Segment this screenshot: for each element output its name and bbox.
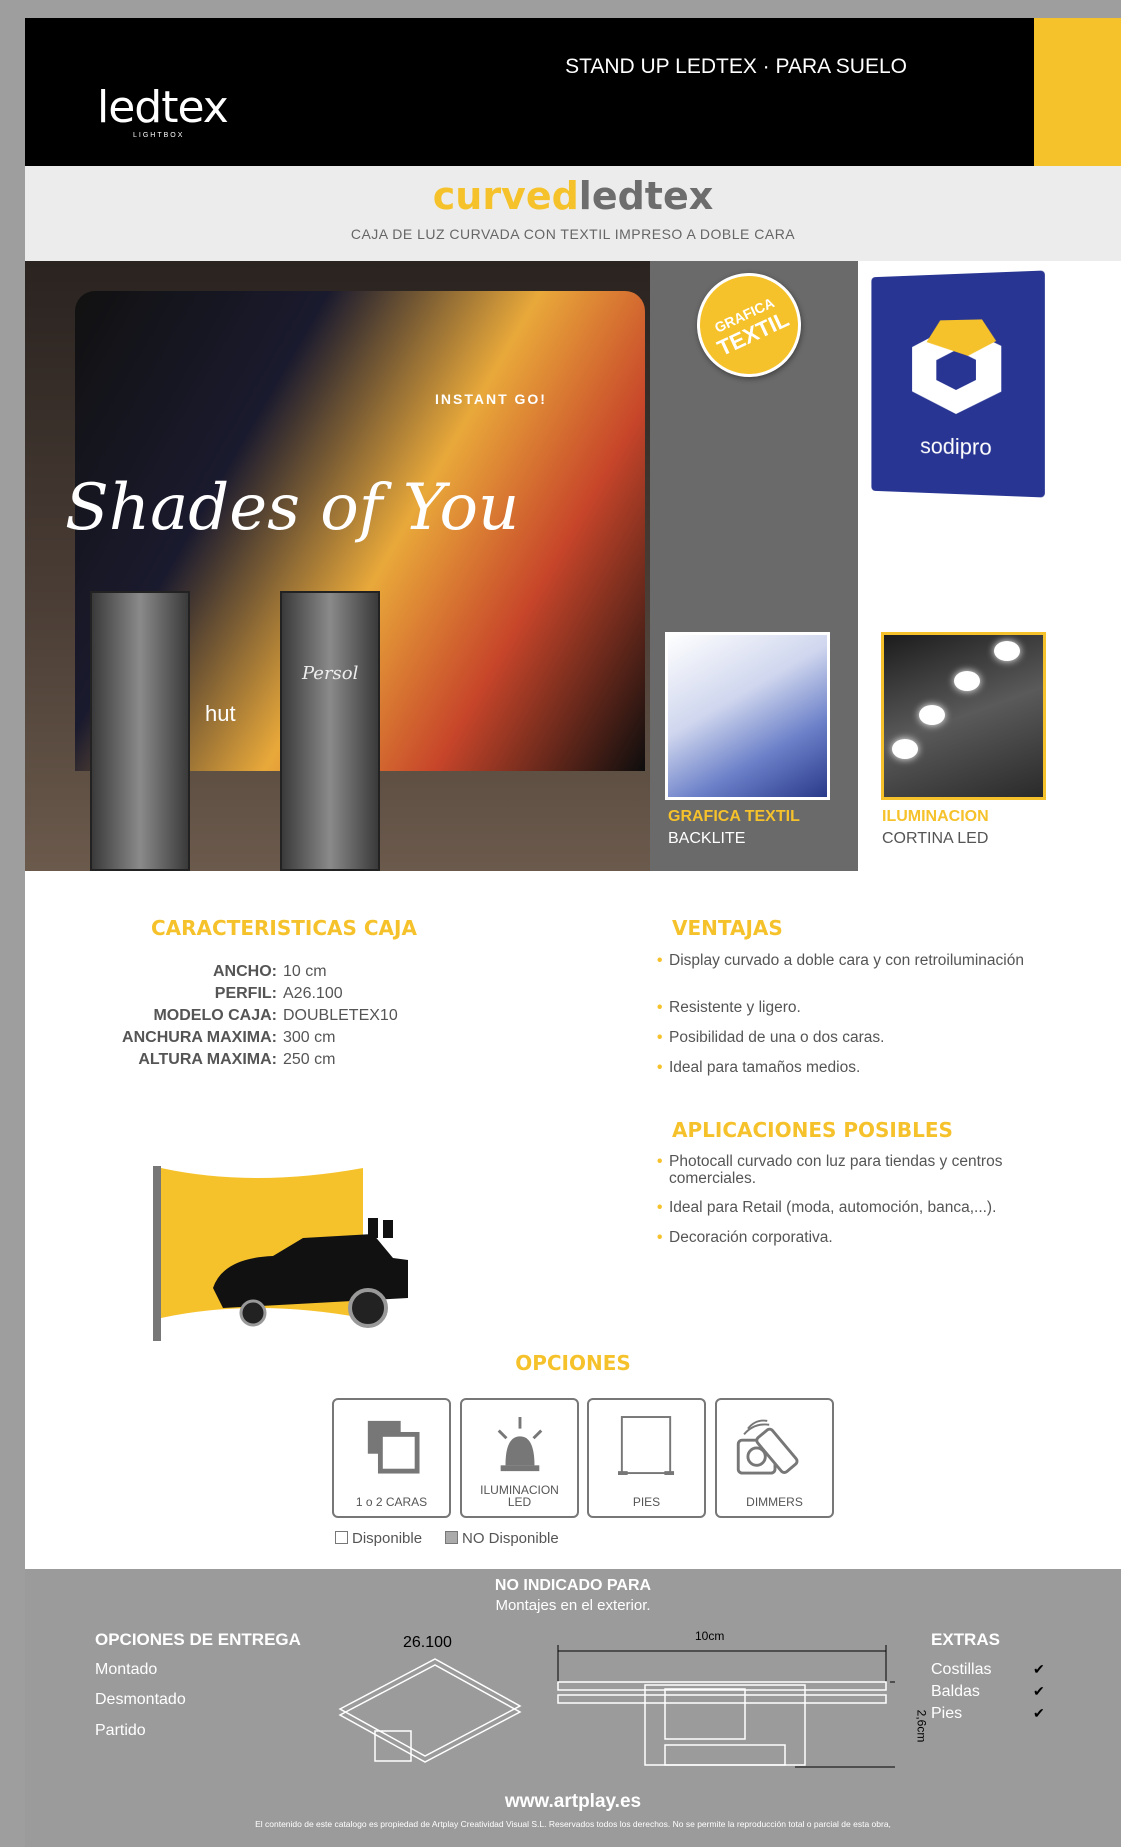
spec-row: ANCHURA MAXIMA: 300 cm [85, 1029, 485, 1051]
option-pies: PIES [587, 1398, 706, 1518]
banner-slogan: INSTANT GO! [435, 391, 547, 407]
filled-box-icon [445, 1531, 458, 1544]
check-icon: ✔ [1033, 1683, 1045, 1699]
extras-heading: EXTRAS [931, 1630, 1000, 1649]
extras-item: Costillas ✔ [931, 1661, 1061, 1679]
spec-value: 250 cm [283, 1051, 336, 1068]
header-accent [1034, 18, 1121, 166]
option-label: PIES [632, 1495, 661, 1509]
ventaja-item: • Ideal para tamaños medios. [657, 1059, 861, 1076]
thumb2-title: ILUMINACION [882, 808, 989, 825]
header-tagline: STAND UP LEDTEX · PARA SUELO [565, 55, 907, 78]
footer-band: NO INDICADO PARA Montajes en el exterior… [25, 1569, 1121, 1847]
spec-key: MODELO CAJA: [153, 1007, 277, 1024]
sodipro-label: sodipro [920, 433, 992, 460]
ventaja-item: • Display curvado a doble cara y con retr… [657, 952, 1024, 969]
thumb1-title: GRAFICA TEXTIL [668, 808, 800, 825]
not-for-sub: Montajes en el exterior. [495, 1597, 651, 1614]
product-subtitle: CAJA DE LUZ CURVADA CON TEXTIL IMPRESO A… [350, 226, 796, 242]
check-icon: ✔ [1033, 1705, 1045, 1721]
product-title: curvedledtex [25, 174, 1121, 218]
option-label: ILUMINACION LED [480, 1483, 559, 1509]
aplicaciones-heading: APLICACIONES POSIBLES [672, 1118, 953, 1142]
aplicacion-item: • Decoración corporativa. [657, 1229, 833, 1246]
option-faces: 1 o 2 CARAS [332, 1398, 451, 1518]
dim-height: 2,6cm [914, 1709, 929, 1743]
banner-side-text: hut [205, 701, 236, 726]
product-title-part2: ledtex [578, 174, 714, 218]
thumb2-sub: CORTINA LED [882, 830, 989, 847]
brand-sub: LIGHTBOX [133, 132, 185, 139]
car-display-illustration [153, 1166, 408, 1341]
spec-row: PERFIL: A26.100 [85, 985, 485, 1007]
empty-box-icon [335, 1531, 348, 1544]
opciones-heading: OPCIONES [515, 1351, 631, 1375]
spec-row: ALTURA MAXIMA: 250 cm [85, 1051, 485, 1073]
legend-unavailable: NO Disponible [445, 1530, 559, 1547]
ventaja-item: • Posibilidad de una o dos caras. [657, 1029, 885, 1046]
extras-item: Baldas ✔ [931, 1683, 1061, 1701]
spec-key: ANCHO: [213, 963, 277, 980]
title-band: curvedledtex CAJA DE LUZ CURVADA CON TEX… [25, 166, 1121, 261]
stand-brand-text: Persol [302, 663, 359, 684]
extras-label: Baldas [931, 1683, 980, 1700]
textile-backlite-photo [665, 632, 830, 800]
ventaja-item: • Resistente y ligero. [657, 999, 801, 1016]
sodipro-display-image: sodipro [871, 270, 1045, 498]
entrega-item: Montado [95, 1661, 158, 1678]
caracteristicas-heading: CARACTERISTICAS CAJA [151, 916, 417, 940]
spec-key: ALTURA MAXIMA: [138, 1051, 277, 1068]
entrega-heading: OPCIONES DE ENTREGA [95, 1630, 301, 1649]
hero-photo: Shades of You INSTANT GO! Persol hut [25, 261, 650, 871]
ventajas-heading: VENTAJAS [672, 916, 783, 940]
spec-key: PERFIL: [214, 985, 277, 1002]
display-stand-left [90, 591, 190, 871]
extras-label: Costillas [931, 1661, 992, 1678]
option-dimmers: DIMMERS [715, 1398, 834, 1518]
option-label: DIMMERS [746, 1495, 803, 1509]
spec-row: MODELO CAJA: DOUBLETEX10 [85, 1007, 485, 1029]
option-label: 1 o 2 CARAS [355, 1495, 428, 1509]
profile-code: 26.100 [403, 1634, 452, 1651]
profile-3d-drawing [338, 1658, 522, 1763]
display-stand-right: Persol [280, 591, 380, 871]
legend-available-label: Disponible [352, 1530, 423, 1547]
not-for-heading: NO INDICADO PARA [494, 1577, 652, 1594]
check-icon: ✔ [1033, 1661, 1045, 1677]
spec-value: 300 cm [283, 1029, 336, 1046]
product-title-part1: curved [432, 174, 579, 218]
header-bar: ledtex LIGHTBOX STAND UP LEDTEX · PARA S… [25, 18, 1034, 166]
option-led: ILUMINACION LED [460, 1398, 579, 1518]
catalog-sheet: ledtex LIGHTBOX STAND UP LEDTEX · PARA S… [25, 18, 1121, 1847]
spec-value: A26.100 [283, 985, 343, 1002]
legend-unavailable-label: NO Disponible [462, 1530, 559, 1547]
spec-row: ANCHO: 10 cm [85, 963, 485, 985]
website-link[interactable]: www.artplay.es [25, 1791, 1121, 1813]
aplicacion-item: • Ideal para Retail (moda, automoción, ba… [657, 1199, 997, 1216]
extras-item: Pies ✔ [931, 1705, 1061, 1723]
banner-script-text: Shades of You [65, 471, 520, 545]
thumb1-sub: BACKLITE [668, 830, 746, 847]
extras-label: Pies [931, 1705, 963, 1722]
spec-value: 10 cm [283, 963, 327, 980]
spec-key: ANCHURA MAXIMA: [122, 1029, 277, 1046]
aplicacion-item: • Photocall curvado con luz para tiendas … [657, 1153, 1003, 1187]
legend-available: Disponible [335, 1530, 422, 1547]
beacon-icon [497, 1417, 543, 1472]
remote-icon [736, 1419, 799, 1475]
brand-logo: ledtex [97, 82, 229, 133]
layers-icon [367, 1420, 420, 1474]
legal-notice: El contenido de este catalogo es propied… [255, 1819, 891, 1829]
stand-icon [617, 1416, 675, 1475]
spec-value: DOUBLETEX10 [283, 1007, 398, 1024]
entrega-item: Desmontado [95, 1691, 186, 1708]
led-curtain-photo [881, 632, 1046, 800]
profile-section-drawing [557, 1645, 895, 1768]
entrega-item: Partido [95, 1722, 146, 1739]
